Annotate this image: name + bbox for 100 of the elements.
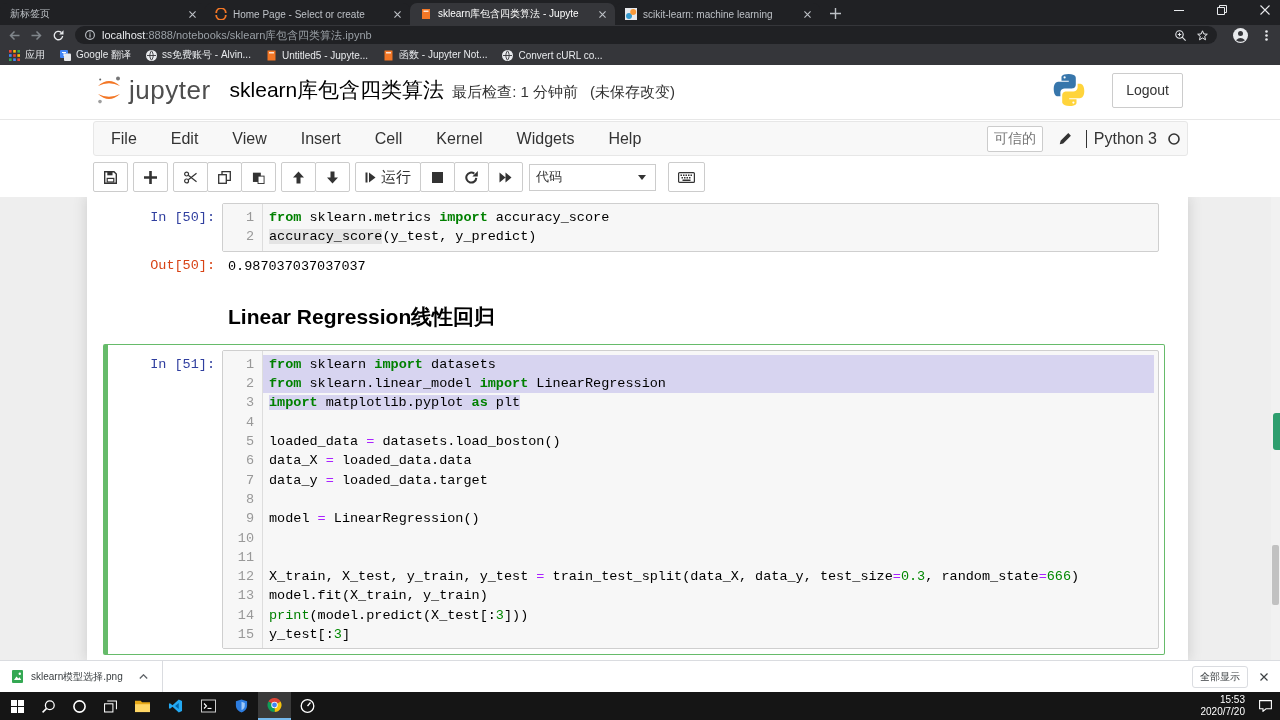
menu-item[interactable]: Kernel [419, 129, 500, 148]
bookmark[interactable]: ss免费账号 - Alvin... [146, 48, 251, 62]
code-line: model.fit(X_train, y_train) [269, 588, 488, 604]
restart-button[interactable] [454, 162, 489, 192]
start-icon[interactable] [11, 699, 24, 713]
task-view-icon[interactable] [104, 699, 117, 713]
notification-icon[interactable] [1259, 700, 1272, 712]
show-all-button[interactable]: 全部显示 [1192, 665, 1248, 688]
arrow-down-icon [326, 170, 339, 184]
checkpoint-status: 最后检查: 1 分钟前 [452, 81, 579, 102]
line-number: 15 [237, 627, 254, 643]
code-line: print(model.predict(X_test[:3])) [269, 607, 529, 623]
menu-item[interactable]: Insert [283, 129, 358, 148]
arrow-up-icon [292, 170, 305, 184]
output-text: 0.987037037037037 [228, 258, 366, 274]
menu-item[interactable]: Help [591, 129, 659, 148]
browser-tab[interactable]: sklearn库包含四类算法 - Jupyte [410, 3, 615, 25]
kernel-name: Python 3 [1085, 129, 1157, 148]
line-number: 8 [245, 491, 254, 507]
bookmark[interactable]: Convert cURL co... [502, 49, 603, 61]
search-icon[interactable] [42, 699, 55, 713]
code-line: loaded_data = datasets.load_boston() [269, 434, 561, 450]
terminal-icon [201, 699, 216, 713]
close-icon[interactable] [189, 10, 196, 18]
scrollbar-thumb[interactable] [1272, 545, 1279, 605]
line-number: 3 [245, 395, 254, 411]
bookmark[interactable]: 函数 - Jupyter Not... [383, 48, 488, 62]
taskbar-button[interactable] [258, 692, 291, 720]
reload-icon[interactable] [53, 29, 64, 41]
home-logo-link[interactable]: jupyter [97, 74, 211, 106]
circle-icon[interactable] [73, 699, 86, 713]
close-icon[interactable] [804, 10, 811, 18]
line-number: 9 [245, 511, 254, 527]
caret-up-icon[interactable] [138, 674, 148, 679]
menu-item[interactable]: Widgets [499, 129, 592, 148]
restore-icon[interactable] [1217, 5, 1227, 15]
step-forward-icon [365, 171, 376, 183]
arcs-logo-icon [97, 76, 121, 104]
code-editor[interactable] [222, 349, 1159, 650]
code-line: accuracy_score(y_test, y_predict) [269, 229, 537, 245]
selected-cell[interactable] [103, 343, 1165, 656]
keyboard-button[interactable] [668, 162, 705, 192]
avatar-icon[interactable] [1233, 27, 1248, 43]
save-status: (未保存改变) [590, 81, 676, 102]
minimize-icon[interactable] [1174, 9, 1184, 11]
close-icon[interactable] [1260, 672, 1268, 681]
run-button[interactable]: 运行 [355, 162, 421, 192]
add-cell-button[interactable] [133, 162, 168, 192]
save-button[interactable] [93, 162, 128, 192]
notebook-title[interactable]: sklearn库包含四类算法 [229, 76, 445, 104]
code-editor-icon [168, 699, 183, 713]
star-icon[interactable] [1197, 29, 1208, 41]
paste-button[interactable] [241, 162, 276, 192]
address-field[interactable]: localhost:8888/notebooks/sklearn库包含四类算法.ipynb [75, 26, 1217, 44]
run-all-button[interactable] [488, 162, 523, 192]
bookmark[interactable]: Untitled5 - Jupyte... [265, 49, 369, 61]
close-icon[interactable] [599, 10, 606, 18]
logout-button[interactable]: Logout [1112, 72, 1183, 108]
menu-item[interactable]: View [215, 129, 284, 148]
code-line: data_y = loaded_data.target [269, 472, 488, 488]
menu-icon[interactable] [1265, 29, 1268, 41]
new-tab-icon[interactable] [830, 8, 841, 19]
apps-grid-icon [9, 49, 20, 61]
kernel-logo-icon [1052, 73, 1087, 107]
code-line: y_test[:3] [269, 627, 351, 643]
code-editor[interactable]: 1 2 from sklearn.metrics import accuracy_score accuracy_score(y_test, y_predict) [222, 203, 1159, 252]
notebook-favicon-icon [420, 8, 432, 20]
side-handle[interactable] [1273, 413, 1280, 450]
menu-item[interactable]: Cell [357, 129, 420, 148]
plus-icon [144, 170, 157, 184]
cell-type-select[interactable]: 代码 [529, 163, 656, 191]
copy-button[interactable] [207, 162, 242, 192]
fast-forward-icon [499, 170, 512, 184]
code-line: model = LinearRegression() [269, 511, 480, 527]
menu-item[interactable]: Edit [153, 129, 216, 148]
line-number: 6 [245, 453, 254, 469]
stop-icon [432, 171, 443, 183]
close-icon[interactable] [394, 10, 401, 18]
trusted-badge[interactable]: 可信的 [986, 125, 1043, 152]
bookmark[interactable]: 应用 [9, 48, 45, 62]
zoom-in-icon[interactable] [1175, 29, 1186, 41]
globe-icon [146, 49, 158, 61]
line-number: 13 [237, 588, 254, 604]
folder-icon [135, 699, 150, 713]
stop-button[interactable] [420, 162, 455, 192]
clipboard-icon [252, 170, 265, 184]
line-number: 5 [245, 434, 254, 450]
bookmark[interactable]: Google 翻译 [60, 48, 132, 62]
dial-icon [300, 699, 315, 713]
move-up-button[interactable] [281, 162, 316, 192]
menu-item[interactable]: File [94, 129, 154, 148]
overlapping-squares-icon [60, 49, 71, 61]
notebook-icon [265, 49, 277, 61]
site-favicon-icon [625, 8, 637, 20]
caret-icon [638, 174, 646, 180]
move-down-button[interactable] [315, 162, 350, 192]
cut-button[interactable] [173, 162, 208, 192]
browser-icon [267, 698, 282, 712]
info-icon[interactable] [85, 30, 95, 40]
save-icon [104, 170, 117, 184]
